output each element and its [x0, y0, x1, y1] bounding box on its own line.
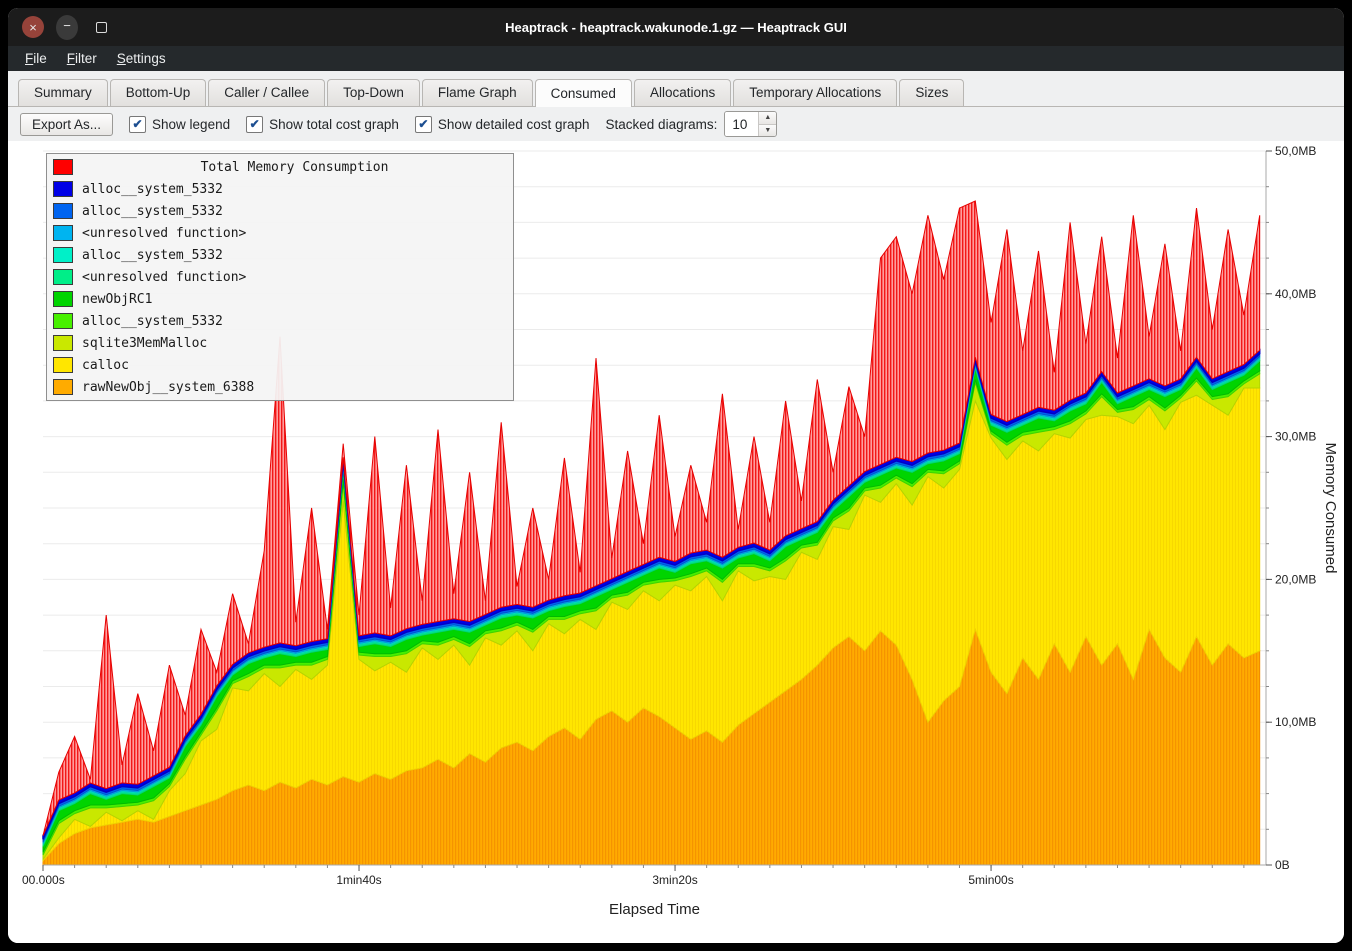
y-tick-label: 0B — [1275, 858, 1290, 872]
y-tick-label: 30,0MB — [1275, 430, 1316, 444]
legend-swatch — [53, 225, 73, 241]
legend-item: newObjRC1 — [50, 288, 510, 310]
spinbox-arrows: ▲ ▼ — [758, 112, 776, 136]
chart-legend: Total Memory Consumption alloc__system_53… — [46, 153, 514, 401]
menu-settings[interactable]: Settings — [108, 49, 175, 68]
legend-item: alloc__system_5332 — [50, 178, 510, 200]
legend-swatch — [53, 335, 73, 351]
legend-label: alloc__system_5332 — [82, 248, 223, 263]
checkbox-icon[interactable]: ✔ — [246, 116, 263, 133]
legend-item: alloc__system_5332 — [50, 310, 510, 332]
tab-temporary-allocations[interactable]: Temporary Allocations — [733, 79, 897, 106]
consumed-chart-area: 0B 10,0MB 20,0MB 30,0MB 40,0MB 50,0MB 00.000s 1… — [8, 141, 1344, 943]
show-total-cost-label: Show total cost graph — [269, 117, 399, 132]
x-tick-label: 00.000s — [22, 873, 65, 887]
show-detailed-cost-label: Show detailed cost graph — [438, 117, 590, 132]
legend-label: <unresolved function> — [82, 226, 246, 241]
stacked-diagrams-control: Stacked diagrams: ▲ ▼ — [606, 111, 778, 137]
legend-label: rawNewObj__system_6388 — [82, 380, 254, 395]
minimize-icon[interactable]: − — [56, 15, 78, 40]
legend-swatch — [53, 291, 73, 307]
legend-item: alloc__system_5332 — [50, 200, 510, 222]
legend-title-row: Total Memory Consumption — [50, 156, 510, 178]
x-tick-label: 1min40s — [336, 873, 381, 887]
stacked-diagrams-label: Stacked diagrams: — [606, 117, 718, 132]
y-tick-label: 50,0MB — [1275, 144, 1316, 158]
tab-caller-callee[interactable]: Caller / Callee — [208, 79, 325, 106]
y-tick-label: 10,0MB — [1275, 715, 1316, 729]
tab-sizes[interactable]: Sizes — [899, 79, 964, 106]
menu-filter[interactable]: Filter — [58, 49, 106, 68]
legend-item: <unresolved function> — [50, 222, 510, 244]
legend-label: calloc — [82, 358, 129, 373]
x-tick-label: 5min00s — [968, 873, 1013, 887]
show-legend-label: Show legend — [152, 117, 230, 132]
close-icon[interactable]: × — [22, 16, 44, 38]
legend-swatch — [53, 203, 73, 219]
y-axis-title: Memory Consumed — [1322, 443, 1339, 574]
legend-item: <unresolved function> — [50, 266, 510, 288]
y-tick-label: 40,0MB — [1275, 287, 1316, 301]
legend-swatch — [53, 247, 73, 263]
maximize-icon[interactable] — [90, 16, 112, 38]
export-as-button[interactable]: Export As... — [20, 113, 113, 136]
legend-item: rawNewObj__system_6388 — [50, 376, 510, 398]
legend-swatch — [53, 379, 73, 395]
legend-label: alloc__system_5332 — [82, 314, 223, 329]
menu-file[interactable]: File — [16, 49, 56, 68]
show-total-cost-checkbox[interactable]: ✔ Show total cost graph — [246, 116, 399, 133]
legend-label: alloc__system_5332 — [82, 204, 223, 219]
legend-swatch — [53, 313, 73, 329]
spin-up-icon[interactable]: ▲ — [759, 112, 776, 124]
tab-summary[interactable]: Summary — [18, 79, 108, 106]
title-bar[interactable]: × − Heaptrack - heaptrack.wakunode.1.gz … — [8, 8, 1344, 46]
legend-label: <unresolved function> — [82, 270, 246, 285]
spin-down-icon[interactable]: ▼ — [759, 124, 776, 137]
legend-title: Total Memory Consumption — [82, 160, 507, 175]
legend-swatch — [53, 269, 73, 285]
legend-swatch — [53, 357, 73, 373]
stacked-diagrams-spinbox[interactable]: ▲ ▼ — [724, 111, 777, 137]
legend-item: calloc — [50, 354, 510, 376]
legend-swatch — [53, 159, 73, 175]
window-title: Heaptrack - heaptrack.wakunode.1.gz — He… — [8, 20, 1344, 35]
app-window: × − Heaptrack - heaptrack.wakunode.1.gz … — [8, 8, 1344, 943]
tab-top-down[interactable]: Top-Down — [327, 79, 420, 106]
checkbox-icon[interactable]: ✔ — [129, 116, 146, 133]
tab-bottom-up[interactable]: Bottom-Up — [110, 79, 207, 106]
legend-item: alloc__system_5332 — [50, 244, 510, 266]
tab-bar: Summary Bottom-Up Caller / Callee Top-Do… — [8, 71, 1344, 107]
legend-item: sqlite3MemMalloc — [50, 332, 510, 354]
window-controls: × − — [22, 15, 112, 40]
legend-swatch — [53, 181, 73, 197]
tab-allocations[interactable]: Allocations — [634, 79, 731, 106]
stacked-diagrams-input[interactable] — [725, 112, 758, 136]
x-axis-title: Elapsed Time — [609, 901, 700, 918]
menu-bar: File Filter Settings — [8, 46, 1344, 71]
show-legend-checkbox[interactable]: ✔ Show legend — [129, 116, 230, 133]
tab-consumed[interactable]: Consumed — [535, 79, 632, 107]
toolbar: Export As... ✔ Show legend ✔ Show total … — [8, 107, 1344, 141]
y-tick-label: 20,0MB — [1275, 572, 1316, 586]
show-detailed-cost-checkbox[interactable]: ✔ Show detailed cost graph — [415, 116, 590, 133]
legend-label: newObjRC1 — [82, 292, 152, 307]
checkbox-icon[interactable]: ✔ — [415, 116, 432, 133]
legend-label: sqlite3MemMalloc — [82, 336, 207, 351]
legend-label: alloc__system_5332 — [82, 182, 223, 197]
tab-flame-graph[interactable]: Flame Graph — [422, 79, 533, 106]
x-tick-label: 3min20s — [652, 873, 697, 887]
